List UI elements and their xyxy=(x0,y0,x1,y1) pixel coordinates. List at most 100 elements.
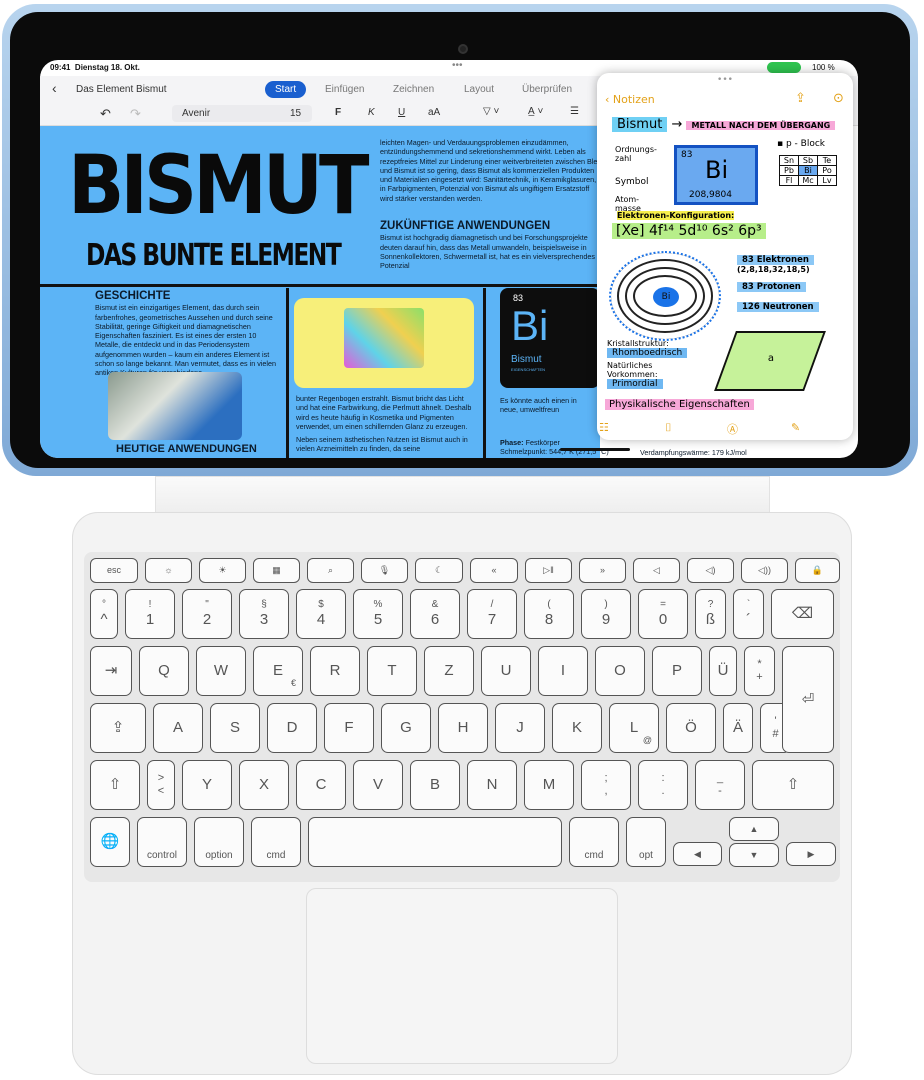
key[interactable]: ⇪ xyxy=(90,703,146,753)
key[interactable]: E € xyxy=(253,646,303,696)
key[interactable] xyxy=(308,817,562,867)
compose-icon[interactable]: ✎ xyxy=(791,421,800,434)
highlight-icon[interactable]: ▽ ˅ xyxy=(483,106,499,117)
key[interactable]: ☼ xyxy=(145,558,192,583)
back-icon[interactable]: ‹ xyxy=(52,80,57,96)
key[interactable]: ⌕ xyxy=(307,558,354,583)
key[interactable]: cmd xyxy=(251,817,301,867)
key[interactable]: Q xyxy=(139,646,189,696)
key[interactable]: ◁)) xyxy=(741,558,788,583)
key[interactable]: Z xyxy=(424,646,474,696)
key[interactable]: ⇧ xyxy=(752,760,834,810)
key[interactable]: ◁) xyxy=(687,558,734,583)
key[interactable]: ◁ xyxy=(633,558,680,583)
key[interactable]: Ä xyxy=(723,703,753,753)
key[interactable]: O xyxy=(595,646,645,696)
tab-ueberpruefen[interactable]: Überprüfen xyxy=(512,81,582,98)
slideover-handle[interactable]: ••• xyxy=(597,75,853,85)
key[interactable]: (8 xyxy=(524,589,574,639)
key[interactable]: ⏎ xyxy=(782,646,834,753)
notes-slide-over[interactable]: ••• ‹ Notizen ⇪ ⊙ Bismut → METALL NACH D… xyxy=(597,73,853,440)
checklist-icon[interactable]: ☷ xyxy=(599,421,609,434)
key[interactable]: V xyxy=(353,760,403,810)
key[interactable]: = 0 xyxy=(638,589,688,639)
key[interactable]: " 2 xyxy=(182,589,232,639)
key[interactable]: ▷‖ xyxy=(525,558,572,583)
italic-button[interactable]: K xyxy=(368,107,375,118)
key[interactable]: :. xyxy=(638,760,688,810)
key[interactable]: Ü xyxy=(709,646,737,696)
key[interactable]: ! 1 xyxy=(125,589,175,639)
key[interactable]: B xyxy=(410,760,460,810)
key[interactable]: « xyxy=(470,558,518,583)
font-size[interactable]: 15 xyxy=(290,108,301,119)
key[interactable]: K xyxy=(552,703,602,753)
key[interactable]: ⇥ xyxy=(90,646,132,696)
more-icon[interactable]: ⊙ xyxy=(833,91,844,106)
key[interactable]: F xyxy=(324,703,374,753)
key[interactable]: 🎙 xyxy=(361,558,408,583)
notes-back-button[interactable]: ‹ Notizen xyxy=(605,93,655,106)
key[interactable]: ° ^ xyxy=(90,589,118,639)
multitask-dots-icon[interactable]: ••• xyxy=(452,60,463,71)
key[interactable]: H xyxy=(438,703,488,753)
bold-button[interactable]: F xyxy=(335,107,341,118)
key[interactable]: L @ xyxy=(609,703,659,753)
key[interactable]: T xyxy=(367,646,417,696)
key[interactable]: D xyxy=(267,703,317,753)
key[interactable]: W xyxy=(196,646,246,696)
tab-einfuegen[interactable]: Einfügen xyxy=(315,81,374,98)
key[interactable]: * + xyxy=(744,646,775,696)
key[interactable]: 🌐 xyxy=(90,817,130,867)
key[interactable]: % 5 xyxy=(353,589,403,639)
key[interactable]: ▼ xyxy=(729,843,779,867)
tab-zeichnen[interactable]: Zeichnen xyxy=(383,81,444,98)
key[interactable]: & 6 xyxy=(410,589,460,639)
text-case-button[interactable]: aA xyxy=(428,107,440,118)
key[interactable]: ▲ xyxy=(729,817,779,841)
key[interactable]: » xyxy=(579,558,626,583)
key[interactable]: ;, xyxy=(581,760,631,810)
list-icon[interactable]: ☰ xyxy=(570,106,579,117)
key[interactable]: ▶ xyxy=(786,842,836,866)
key[interactable]: J xyxy=(495,703,545,753)
key[interactable]: U xyxy=(481,646,531,696)
font-color-icon[interactable]: A̲ ˅ xyxy=(528,106,543,117)
key[interactable]: C xyxy=(296,760,346,810)
key[interactable]: option xyxy=(194,817,244,867)
key[interactable]: S xyxy=(210,703,260,753)
key[interactable]: ` ´ xyxy=(733,589,764,639)
key[interactable]: esc xyxy=(90,558,138,583)
key[interactable]: opt xyxy=(626,817,666,867)
key[interactable]: N xyxy=(467,760,517,810)
key[interactable]: $4 xyxy=(296,589,346,639)
key[interactable]: ▦ xyxy=(253,558,300,583)
markup-icon[interactable]: Ⓐ xyxy=(727,421,738,437)
key[interactable]: G xyxy=(381,703,431,753)
key[interactable]: ⌫ xyxy=(771,589,834,639)
key[interactable]: I xyxy=(538,646,588,696)
key[interactable]: /7 xyxy=(467,589,517,639)
key[interactable]: M xyxy=(524,760,574,810)
tab-layout[interactable]: Layout xyxy=(454,81,504,98)
key[interactable]: _ - xyxy=(695,760,745,810)
key[interactable]: ⇧ xyxy=(90,760,140,810)
share-icon[interactable]: ⇪ xyxy=(795,91,806,106)
key[interactable]: § 3 xyxy=(239,589,289,639)
key[interactable]: control xyxy=(137,817,187,867)
key[interactable]: > < xyxy=(147,760,175,810)
key[interactable]: R xyxy=(310,646,360,696)
underline-button[interactable]: U xyxy=(398,107,405,118)
redo-icon[interactable]: ↷ xyxy=(130,106,141,122)
facetime-video-tile[interactable] xyxy=(108,372,242,440)
key[interactable]: P xyxy=(652,646,702,696)
key[interactable]: Y xyxy=(182,760,232,810)
key[interactable]: ☾ xyxy=(415,558,463,583)
key[interactable]: cmd xyxy=(569,817,619,867)
document-canvas[interactable]: BISMUT DAS BUNTE ELEMENT leichten Magen-… xyxy=(40,126,747,458)
key[interactable]: 🔒 xyxy=(795,558,840,583)
key[interactable]: ) 9 xyxy=(581,589,631,639)
key[interactable]: A xyxy=(153,703,203,753)
key[interactable]: ☀ xyxy=(199,558,246,583)
key[interactable]: ◀ xyxy=(673,842,722,866)
